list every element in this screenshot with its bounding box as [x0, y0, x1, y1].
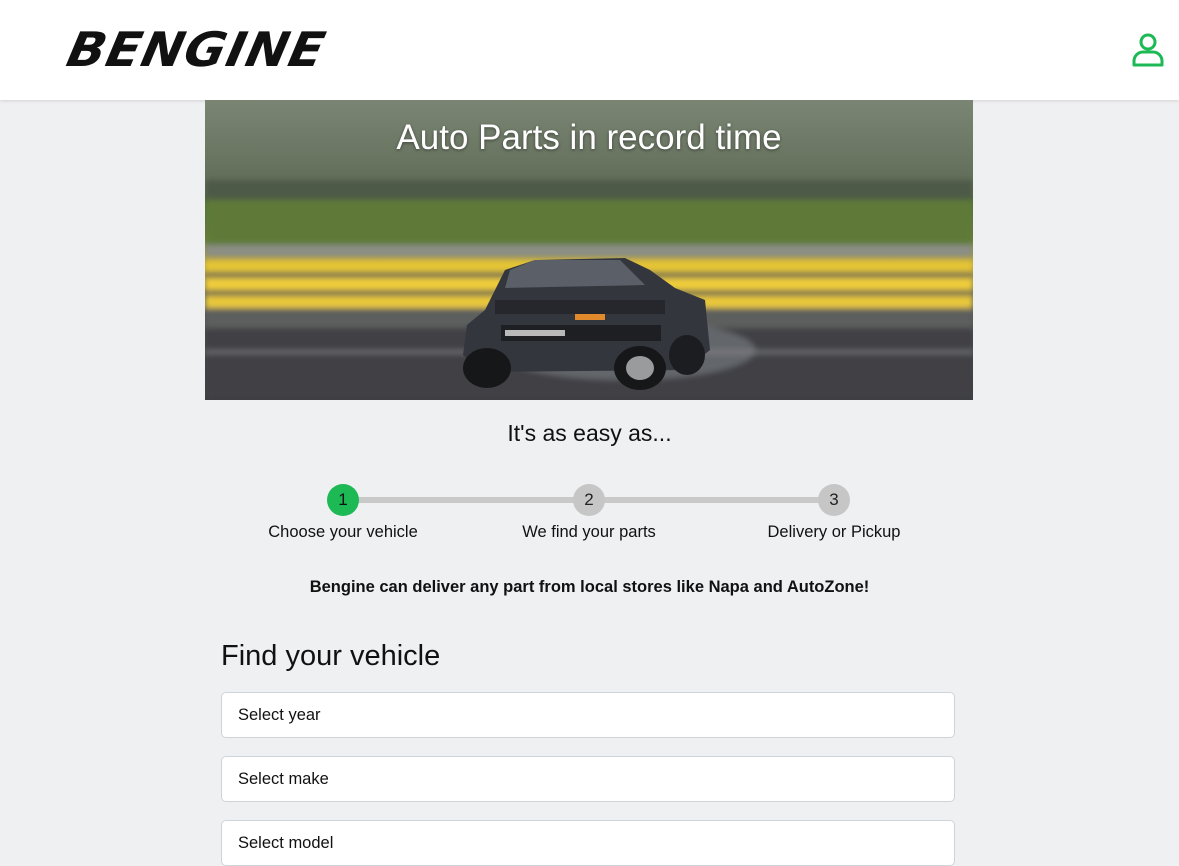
step-3-label: Delivery or Pickup — [767, 523, 901, 541]
year-select[interactable]: Select year — [221, 692, 955, 738]
step-1-label: Choose your vehicle — [268, 523, 418, 541]
step-3-indicator: 3 — [818, 484, 850, 516]
step-2-label: We find your parts — [522, 523, 656, 541]
make-select[interactable]: Select make — [221, 756, 955, 802]
hero-banner: Auto Parts in record time — [205, 100, 973, 400]
bengine-logo[interactable]: BENGINE — [62, 22, 427, 77]
user-icon[interactable] — [1130, 32, 1166, 68]
navbar: BENGINE — [0, 0, 1179, 100]
steps-intro: It's as easy as... — [507, 420, 672, 446]
step-2-indicator: 2 — [573, 484, 605, 516]
hero-title: Auto Parts in record time — [396, 118, 782, 157]
delivery-tagline: Bengine can deliver any part from local … — [309, 578, 870, 596]
model-select[interactable]: Select model — [221, 820, 955, 866]
find-vehicle-title: Find your vehicle — [221, 640, 441, 672]
step-1-indicator: 1 — [327, 484, 359, 516]
